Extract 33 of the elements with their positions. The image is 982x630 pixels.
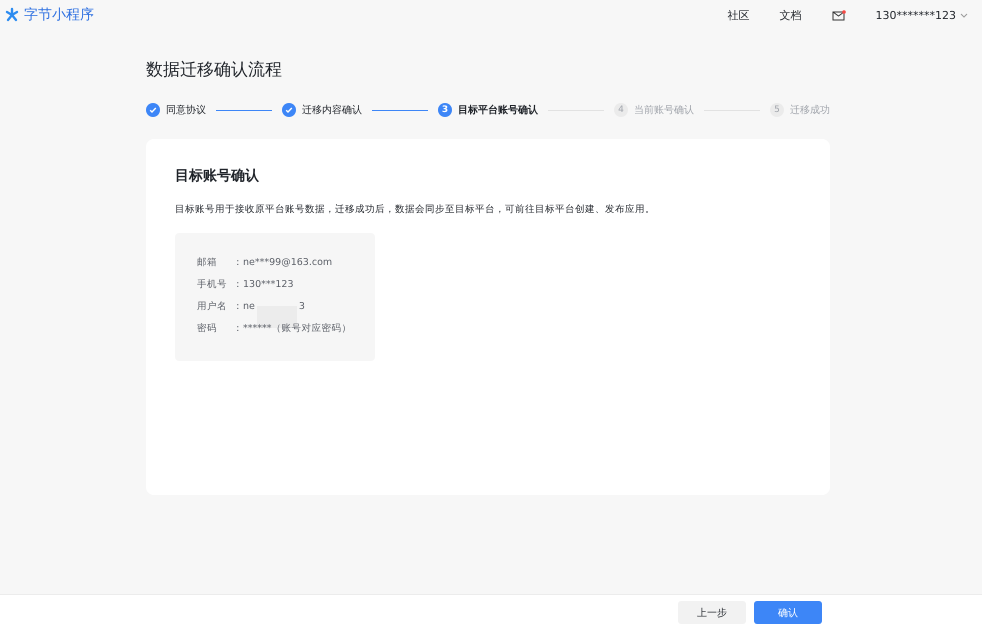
step-label: 迁移成功: [790, 104, 830, 117]
field-label: 手机号: [197, 278, 228, 290]
field-value: ne***99@163.com: [243, 256, 332, 268]
caret-icon: [960, 12, 968, 18]
card-title: 目标账号确认: [175, 167, 260, 185]
step-number: 4: [614, 103, 628, 117]
step-label: 迁移内容确认: [302, 104, 362, 117]
field-value: 130***123: [243, 278, 294, 290]
field-label: 邮箱: [197, 256, 218, 268]
field-colon: ：: [233, 278, 243, 290]
card-description: 目标账号用于接收原平台账号数据，迁移成功后，数据会同步至目标平台，可前往目标平台创建、发布应用。: [175, 203, 656, 216]
nav-link[interactable]: 文档: [780, 8, 802, 22]
field-value: ne: [243, 300, 255, 312]
field-label: 用户名: [197, 300, 228, 312]
nav-link[interactable]: 社区: [728, 8, 750, 22]
step-label: 目标平台账号确认: [458, 104, 538, 117]
page-title: 数据迁移确认流程: [146, 59, 283, 81]
mail-icon[interactable]: [832, 10, 846, 20]
field-colon: ：: [233, 300, 243, 312]
logo-text: 字节小程序: [24, 6, 94, 24]
confirm-button[interactable]: 确认: [754, 601, 822, 624]
field-colon: ：: [233, 322, 243, 334]
field-value: ******（账号对应密码）: [243, 322, 352, 334]
step-number: 3: [438, 103, 452, 117]
field-label: 密码: [197, 322, 218, 334]
step-number: 5: [770, 103, 784, 117]
back-button[interactable]: 上一步: [678, 601, 746, 624]
step-label: 同意协议: [166, 104, 206, 117]
step-label: 当前账号确认: [634, 104, 694, 117]
field-value: 3: [298, 300, 305, 312]
field-colon: ：: [233, 256, 243, 268]
account-menu[interactable]: 130*******123: [876, 8, 968, 22]
logo-icon: [4, 7, 20, 23]
